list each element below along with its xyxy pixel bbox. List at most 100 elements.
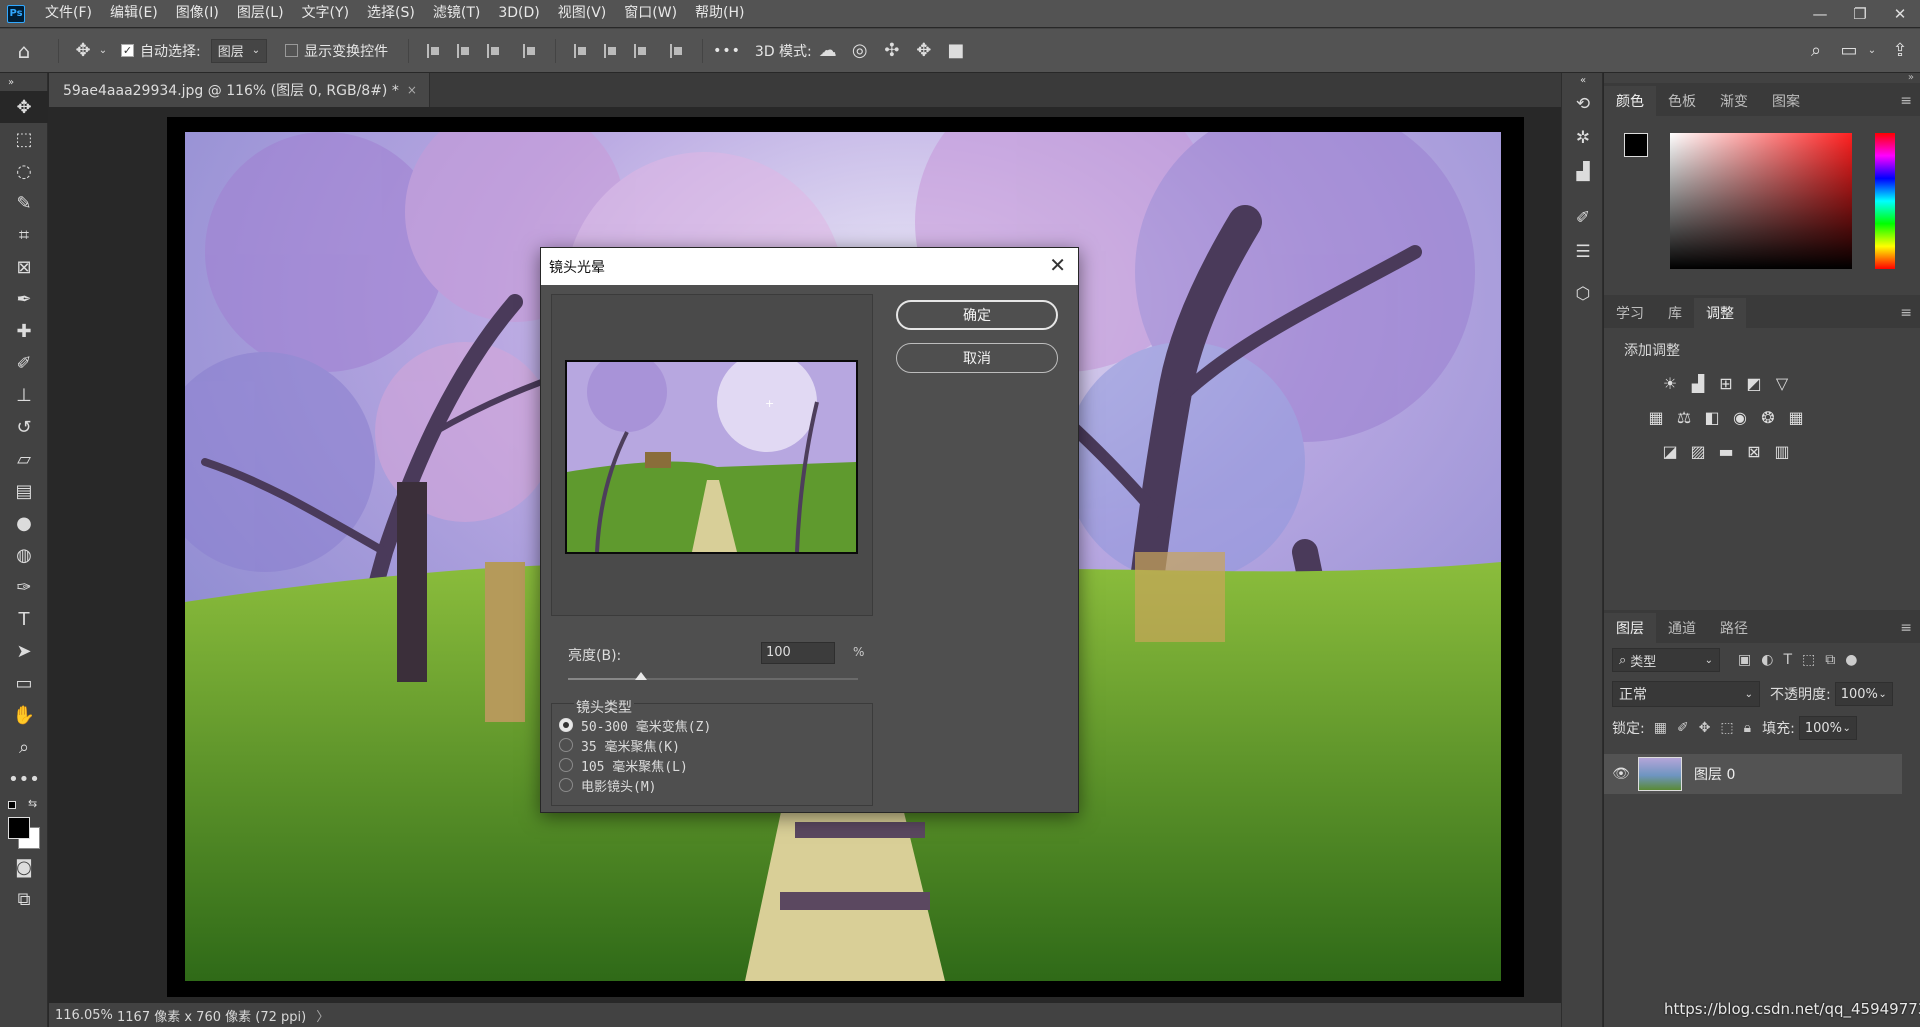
scale-3d-icon[interactable]: ■ [940,40,972,61]
tab-patterns[interactable]: 图案 [1760,86,1812,116]
lock-image-icon[interactable]: ✐ [1677,720,1689,736]
tab-paths[interactable]: 路径 [1708,613,1760,643]
tab-gradients[interactable]: 渐变 [1708,86,1760,116]
clone-stamp-tool-icon[interactable]: ⊥ [0,379,48,411]
more-options-button[interactable]: ••• [713,43,741,59]
quick-mask-icon[interactable]: ◙ [0,851,48,883]
exposure-icon[interactable]: ◩ [1740,372,1768,394]
zoom-level[interactable]: 116.05% [49,1008,113,1023]
properties-panel-icon[interactable]: ☰ [1562,235,1604,269]
invert-icon[interactable]: ◪ [1656,440,1684,462]
tab-channels[interactable]: 通道 [1656,613,1708,643]
selective-color-icon[interactable]: ⊠ [1740,440,1768,462]
layer-name[interactable]: 图层 0 [1694,764,1735,784]
close-icon[interactable]: ✕ [1049,254,1066,276]
panel-menu-icon[interactable]: ≡ [1900,93,1912,109]
visibility-eye-icon[interactable]: 👁︎ [1604,766,1638,782]
collapse-icon[interactable]: « [1562,73,1604,87]
lens-option-movie[interactable]: 电影镜头(M) [559,776,656,795]
collapse-icon[interactable]: » [1604,73,1920,83]
tab-adjustments[interactable]: 调整 [1694,298,1746,328]
lock-transparency-icon[interactable]: ▦ [1654,720,1667,736]
panel-menu-icon[interactable]: ≡ [1900,620,1912,636]
search-icon[interactable]: ⌕ [1798,40,1834,61]
lens-option-105mm[interactable]: 105 毫米聚焦(L) [559,756,688,775]
lock-all-icon[interactable]: 🔒︎ [1744,720,1751,736]
quick-select-tool-icon[interactable]: ✎ [0,187,48,219]
auto-select-dropdown[interactable]: 图层 ⌄ [210,38,268,63]
menu-3d[interactable]: 3D(D) [490,0,549,27]
foreground-color-swatch[interactable] [8,817,30,839]
panel-menu-icon[interactable]: ≡ [1900,305,1912,321]
brightness-input[interactable]: 100 [761,642,835,664]
tab-libraries[interactable]: 库 [1656,298,1694,328]
tab-learn[interactable]: 学习 [1604,298,1656,328]
lock-position-icon[interactable]: ✥ [1699,720,1711,736]
lens-option-zoom[interactable]: 50-300 毫米变焦(Z) [559,716,711,735]
flare-preview-image[interactable]: + [565,360,858,554]
menu-layer[interactable]: 图层(L) [229,0,294,27]
path-select-tool-icon[interactable]: ➤ [0,635,48,667]
menu-select[interactable]: 选择(S) [359,0,425,27]
align-left-icon[interactable] [427,43,441,58]
dodge-tool-icon[interactable]: ◍ [0,539,48,571]
menu-edit[interactable]: 编辑(E) [102,0,168,27]
opacity-input[interactable]: 100% ⌄ [1834,682,1893,706]
restore-button[interactable]: ❐ [1840,2,1880,26]
cancel-button[interactable]: 取消 [896,343,1058,373]
radio-button[interactable] [559,718,573,732]
gradient-tool-icon[interactable]: ▤ [0,475,48,507]
minimize-button[interactable]: — [1800,2,1840,26]
chevron-down-icon[interactable]: ⌄ [97,45,109,56]
blend-mode-dropdown[interactable]: 正常 ⌄ [1612,681,1760,707]
menu-view[interactable]: 视图(V) [550,0,617,27]
frame-tool-icon[interactable]: ⊠ [0,251,48,283]
brightness-slider-thumb[interactable] [634,672,647,680]
menu-type[interactable]: 文字(Y) [294,0,359,27]
levels-icon[interactable]: ▟ [1684,372,1712,394]
hand-tool-icon[interactable]: ✋ [0,699,48,731]
slide-3d-icon[interactable]: ✥ [908,40,940,61]
edit-toolbar-icon[interactable]: ••• [0,763,48,795]
posterize-icon[interactable]: ▨ [1684,440,1712,462]
workspace-icon[interactable]: ▭ [1834,40,1864,61]
healing-brush-tool-icon[interactable]: ✚ [0,315,48,347]
ok-button[interactable]: 确定 [896,300,1058,330]
tab-layers[interactable]: 图层 [1604,613,1656,643]
share-icon[interactable]: ⇪ [1880,40,1920,61]
flare-center-crosshair[interactable]: + [765,397,774,410]
menu-image[interactable]: 图像(I) [168,0,229,27]
eraser-tool-icon[interactable]: ▱ [0,443,48,475]
adjustment-filter-icon[interactable]: ◐ [1761,652,1773,668]
smart-object-filter-icon[interactable]: ⧉ [1825,652,1835,668]
close-tab-icon[interactable]: × [407,83,417,97]
collapse-icon[interactable]: » [0,73,48,91]
menu-help[interactable]: 帮助(H) [687,0,754,27]
auto-select-checkbox[interactable]: ✓ [121,44,134,57]
document-tab[interactable]: 59ae4aaa29934.jpg @ 116% (图层 0, RGB/8#) … [49,73,430,107]
type-tool-icon[interactable]: T [0,603,48,635]
menu-file[interactable]: 文件(F) [37,0,102,27]
screen-mode-icon[interactable]: ⧉ [0,883,48,915]
fill-input[interactable]: 100% ⌄ [1798,716,1857,740]
navigator-panel-icon[interactable]: ✲ [1562,121,1604,155]
align-top-icon[interactable] [574,43,588,58]
blur-tool-icon[interactable]: ● [0,507,48,539]
radio-button[interactable] [559,738,573,752]
home-icon[interactable]: ⌂ [0,39,48,63]
type-filter-icon[interactable]: T [1783,652,1792,668]
roll-3d-icon[interactable]: ◎ [844,40,876,61]
menu-window[interactable]: 窗口(W) [616,0,687,27]
history-brush-tool-icon[interactable]: ↺ [0,411,48,443]
color-picker-field[interactable] [1670,133,1852,269]
zoom-tool-icon[interactable]: ⌕ [0,731,48,763]
radio-button[interactable] [559,758,573,772]
tab-swatches[interactable]: 色板 [1656,86,1708,116]
pan-3d-icon[interactable]: ✣ [876,40,908,61]
align-right-icon[interactable] [487,43,501,58]
histogram-panel-icon[interactable]: ▟ [1562,155,1604,189]
eyedropper-tool-icon[interactable]: ✒ [0,283,48,315]
layer-row[interactable]: 👁︎ 图层 0 [1604,754,1902,794]
brush-panel-icon[interactable]: ✐ [1562,201,1604,235]
marquee-tool-icon[interactable]: ⬚ [0,123,48,155]
